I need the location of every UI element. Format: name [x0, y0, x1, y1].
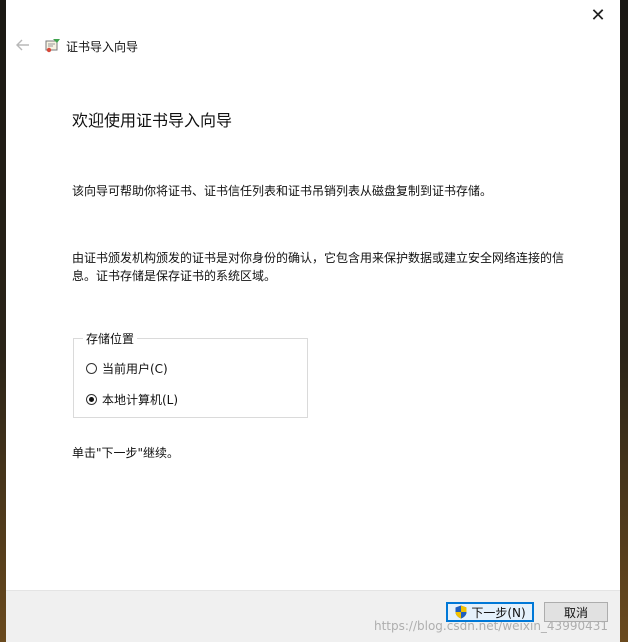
radio-button[interactable] — [86, 363, 97, 374]
next-button[interactable]: 下一步(N) — [446, 602, 534, 622]
intro-paragraph: 该向导可帮助你将证书、证书信任列表和证书吊销列表从磁盘复制到证书存储。 — [72, 184, 493, 198]
wizard-window: ✕ 证书导入向导 欢迎使用证书导入向导 该向导可帮助你将证书、证书信任列表和证书… — [6, 0, 620, 642]
next-button-label: 下一步(N) — [471, 605, 526, 620]
description-paragraph: 由证书颁发机构颁发的证书是对你身份的确认，它包含用来保护数据或建立安全网络连接的… — [72, 251, 565, 283]
back-button[interactable] — [14, 36, 32, 54]
page-title: 欢迎使用证书导入向导 — [72, 111, 233, 130]
wizard-header: 证书导入向导 — [6, 34, 620, 58]
radio-current-user[interactable]: 当前用户(C) — [86, 360, 168, 377]
uac-shield-icon — [455, 605, 467, 619]
close-icon: ✕ — [590, 5, 606, 26]
close-button[interactable]: ✕ — [584, 4, 612, 28]
radio-button-checked[interactable] — [86, 394, 97, 405]
radio-local-machine[interactable]: 本地计算机(L) — [86, 391, 178, 408]
radio-label: 当前用户(C) — [102, 362, 168, 376]
radio-label: 本地计算机(L) — [102, 393, 179, 407]
continue-hint: 单击"下一步"继续。 — [72, 446, 180, 460]
wizard-footer: https://blog.csdn.net/weixin_43990431 下一… — [6, 590, 620, 642]
certificate-icon — [45, 39, 60, 53]
cancel-button-label: 取消 — [563, 605, 588, 620]
wizard-title: 证书导入向导 — [66, 40, 139, 54]
store-location-group: 存储位置 当前用户(C) 本地计算机(L) — [73, 330, 308, 418]
cancel-button[interactable]: 取消 — [544, 602, 608, 622]
arrow-left-icon — [16, 39, 29, 51]
store-location-label: 存储位置 — [83, 330, 138, 347]
